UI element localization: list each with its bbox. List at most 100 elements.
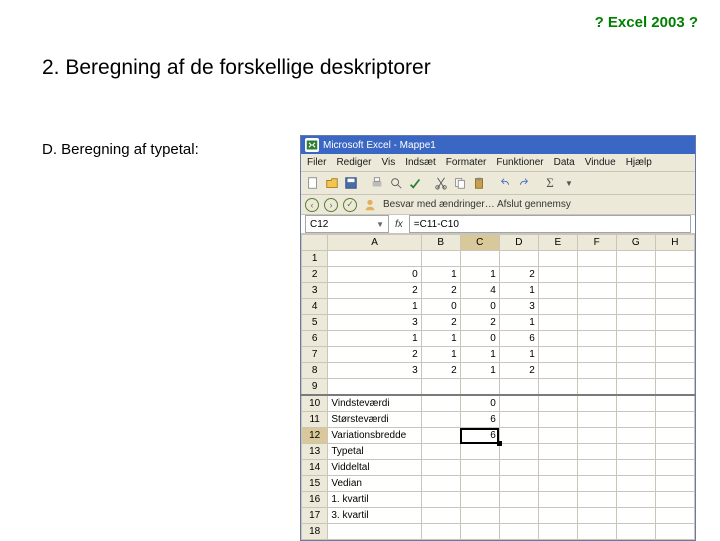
cell[interactable]: [499, 428, 538, 444]
cell[interactable]: [655, 331, 694, 347]
approve-icon[interactable]: ✓: [343, 198, 357, 212]
cell[interactable]: [538, 524, 577, 540]
cell[interactable]: [577, 524, 616, 540]
cell[interactable]: [577, 251, 616, 267]
cell[interactable]: 2: [499, 363, 538, 379]
cell[interactable]: [577, 395, 616, 412]
cell[interactable]: [538, 379, 577, 396]
cell[interactable]: [499, 508, 538, 524]
cell[interactable]: [616, 524, 655, 540]
row-header[interactable]: 16: [302, 492, 328, 508]
cell[interactable]: 6: [460, 428, 499, 444]
menu-hjaelp[interactable]: Hjælp: [626, 157, 652, 168]
redo-icon[interactable]: [516, 175, 532, 191]
cell[interactable]: [421, 412, 460, 428]
back-nav-icon[interactable]: ‹: [305, 198, 319, 212]
cell[interactable]: [655, 460, 694, 476]
cell[interactable]: [655, 524, 694, 540]
cell[interactable]: [499, 379, 538, 396]
cell[interactable]: [616, 363, 655, 379]
cell[interactable]: 0: [421, 299, 460, 315]
cell[interactable]: Typetal: [328, 444, 421, 460]
cell[interactable]: [655, 283, 694, 299]
copy-icon[interactable]: [452, 175, 468, 191]
cell[interactable]: [421, 395, 460, 412]
menu-formater[interactable]: Formater: [446, 157, 487, 168]
autosum-icon[interactable]: Σ: [542, 175, 558, 191]
cell[interactable]: [538, 331, 577, 347]
cell[interactable]: [460, 524, 499, 540]
new-file-icon[interactable]: [305, 175, 321, 191]
cell[interactable]: 0: [460, 331, 499, 347]
cell[interactable]: [577, 508, 616, 524]
cell[interactable]: [499, 492, 538, 508]
open-file-icon[interactable]: [324, 175, 340, 191]
cell[interactable]: 3: [328, 363, 421, 379]
formula-input[interactable]: =C11-C10: [409, 215, 691, 233]
name-box[interactable]: C12▼: [305, 215, 389, 233]
cell[interactable]: [577, 363, 616, 379]
forward-nav-icon[interactable]: ›: [324, 198, 338, 212]
cell[interactable]: 0: [460, 395, 499, 412]
cell[interactable]: [616, 347, 655, 363]
cell[interactable]: 2: [499, 267, 538, 283]
cell[interactable]: [616, 299, 655, 315]
row-header[interactable]: 11: [302, 412, 328, 428]
cell[interactable]: [460, 379, 499, 396]
cell[interactable]: [460, 492, 499, 508]
cell[interactable]: [616, 331, 655, 347]
cell[interactable]: [616, 267, 655, 283]
cell[interactable]: [616, 476, 655, 492]
cell[interactable]: [538, 508, 577, 524]
cell[interactable]: [577, 283, 616, 299]
cell[interactable]: [616, 428, 655, 444]
cell[interactable]: [538, 412, 577, 428]
cell[interactable]: 1: [328, 331, 421, 347]
cell[interactable]: [655, 315, 694, 331]
select-all-corner[interactable]: [302, 235, 328, 251]
menu-vis[interactable]: Vis: [381, 157, 395, 168]
row-header[interactable]: 18: [302, 524, 328, 540]
spellcheck-icon[interactable]: [407, 175, 423, 191]
cell[interactable]: 2: [460, 315, 499, 331]
row-header[interactable]: 1: [302, 251, 328, 267]
cell[interactable]: 6: [499, 331, 538, 347]
cell[interactable]: [538, 492, 577, 508]
cell[interactable]: 4: [460, 283, 499, 299]
cell[interactable]: [421, 476, 460, 492]
cell[interactable]: [577, 331, 616, 347]
cell[interactable]: Variationsbredde: [328, 428, 421, 444]
cell[interactable]: 6: [460, 412, 499, 428]
row-header[interactable]: 6: [302, 331, 328, 347]
cell[interactable]: [538, 283, 577, 299]
cell[interactable]: 2: [328, 283, 421, 299]
undo-icon[interactable]: [497, 175, 513, 191]
cell[interactable]: [499, 524, 538, 540]
row-header[interactable]: 2: [302, 267, 328, 283]
col-header-C[interactable]: C: [460, 235, 499, 251]
cell[interactable]: [616, 283, 655, 299]
row-header[interactable]: 17: [302, 508, 328, 524]
cell[interactable]: [616, 508, 655, 524]
row-header[interactable]: 10: [302, 395, 328, 412]
col-header-A[interactable]: A: [328, 235, 421, 251]
cell[interactable]: [655, 363, 694, 379]
cell[interactable]: [499, 444, 538, 460]
cell[interactable]: Vedian: [328, 476, 421, 492]
cell[interactable]: [655, 299, 694, 315]
row-header[interactable]: 4: [302, 299, 328, 315]
cell[interactable]: [616, 395, 655, 412]
cell[interactable]: [616, 492, 655, 508]
cell[interactable]: [655, 347, 694, 363]
cell[interactable]: 1: [460, 267, 499, 283]
row-header[interactable]: 15: [302, 476, 328, 492]
cell[interactable]: 2: [421, 363, 460, 379]
cell[interactable]: [577, 379, 616, 396]
menu-vindue[interactable]: Vindue: [585, 157, 616, 168]
cell[interactable]: [421, 508, 460, 524]
row-header[interactable]: 8: [302, 363, 328, 379]
cell[interactable]: 2: [421, 283, 460, 299]
cell[interactable]: [655, 379, 694, 396]
cell[interactable]: [421, 251, 460, 267]
row-header[interactable]: 14: [302, 460, 328, 476]
